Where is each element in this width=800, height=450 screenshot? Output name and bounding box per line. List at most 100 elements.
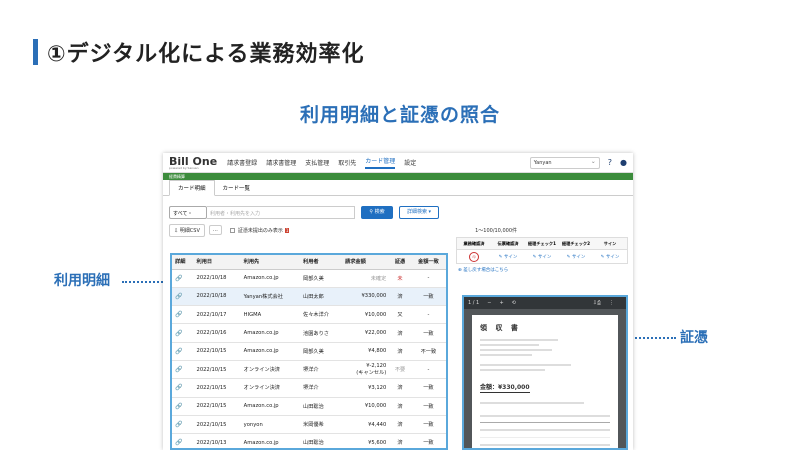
attachment-icon[interactable]: 🔗 <box>172 378 194 398</box>
more-icon[interactable]: ⋮ <box>609 300 614 306</box>
cell-date: 2022/10/15 <box>193 397 241 416</box>
cell-date: 2022/10/18 <box>193 287 241 307</box>
cell-user: 堺洋介 <box>300 360 342 380</box>
attachment-icon[interactable]: 🔗 <box>172 360 194 380</box>
nav-payment-manage[interactable]: 支払管理 <box>305 158 329 167</box>
table-row[interactable]: 🔗 2022/10/18 Yanyan株式会社 山田太郎 ¥330,000 済一致 <box>172 287 446 307</box>
unsubmitted-label: 証憑未提出のみ表示 <box>237 227 283 234</box>
receipt-item-header <box>480 410 610 423</box>
attachment-icon[interactable]: 🔗 <box>172 269 194 288</box>
zoom-in-icon[interactable]: + <box>499 300 503 306</box>
cell-match: - <box>410 360 446 380</box>
col-user: 利用者 <box>300 255 342 270</box>
cell-amount: ¥10,000 <box>342 305 390 325</box>
user-icon[interactable]: ● <box>620 158 627 167</box>
cell-user: 米岡優希 <box>300 415 342 435</box>
nav-invoice-register[interactable]: 請求書登録 <box>227 158 257 167</box>
attachment-icon[interactable]: 🔗 <box>172 287 194 307</box>
top-nav: Bill One powered by Sansan 請求書登録 請求書管理 支払… <box>163 153 633 173</box>
more-button[interactable]: … <box>208 225 222 235</box>
section-bar: 経費精算 <box>163 173 633 180</box>
tab-card-list[interactable]: カード一覧 <box>215 181 259 195</box>
cell-amount: ¥4,440 <box>342 415 390 435</box>
cell-user: 山田太郎 <box>300 287 342 307</box>
table-row[interactable]: 🔗 2022/10/15 yonyon 米岡優希 ¥4,440 済一致 <box>172 415 446 435</box>
attachment-icon[interactable]: 🔗 <box>172 323 194 343</box>
col-amount: 請求金額 <box>342 255 390 270</box>
cell-date: 2022/10/15 <box>193 342 241 361</box>
cell-amount: ¥330,000 <box>342 287 390 307</box>
approval-header: 業務確認済 伝票確認済 経理チェック1 経理チェック2 サイン <box>456 237 628 250</box>
cell-vendor: Amazon.co.jp <box>240 397 301 416</box>
nav-settings[interactable]: 設定 <box>404 158 416 167</box>
slide: ①デジタル化による業務効率化 利用明細と証憑の照合 利用明細 証憑 Bill O… <box>0 0 800 450</box>
usage-table-highlight: 詳細 利用日 利用先 利用者 請求金額 証憑 金額一致 🔗 2022/10/18 A… <box>170 253 448 450</box>
col-detail: 詳細 <box>172 255 194 270</box>
tab-bar: カード明細 カード一覧 <box>163 180 633 196</box>
app-logo[interactable]: Bill One powered by Sansan <box>169 156 217 170</box>
tab-card-details[interactable]: カード明細 <box>169 180 215 196</box>
cell-user: 山田聡治 <box>300 433 342 448</box>
nav-card-manage[interactable]: カード管理 <box>365 156 396 169</box>
unsubmitted-badge: 1 <box>284 227 290 233</box>
cell-voucher: 済 <box>389 342 411 361</box>
sign-button[interactable]: ✎ サイン <box>525 254 559 260</box>
col-date[interactable]: 利用日 <box>193 255 241 270</box>
print-icon[interactable]: ⎙ <box>597 300 601 306</box>
cell-user: 堺洋介 <box>300 378 342 398</box>
cell-match: 不一致 <box>410 342 446 361</box>
cell-user: 佐々木洋介 <box>300 305 342 325</box>
table-row[interactable]: 🔗 2022/10/15 オンライン決済 堺洋介 ¥3,120 済一致 <box>172 378 446 398</box>
cell-date: 2022/10/17 <box>193 305 241 325</box>
table-row[interactable]: 🔗 2022/10/17 HIGMA 佐々木洋介 ¥10,000 又 - <box>172 305 446 325</box>
table-row[interactable]: 🔗 2022/10/15 Amazon.co.jp 岡部久美 ¥4,800 済不一致 <box>172 342 446 361</box>
table-row[interactable]: 🔗 2022/10/15 Amazon.co.jp 山田聡治 ¥10,000 済一致 <box>172 397 446 416</box>
nav-vendors[interactable]: 取引先 <box>338 158 356 167</box>
rotate-icon[interactable]: ⟲ <box>512 300 516 306</box>
attachment-icon[interactable]: 🔗 <box>172 415 194 435</box>
detail-search-button[interactable]: 詳細検索 ▾ <box>399 206 439 219</box>
table-row[interactable]: 🔗 2022/10/13 Amazon.co.jp 山田聡治 ¥5,600 済一致 <box>172 433 446 448</box>
cell-amount: ¥5,600 <box>342 433 390 448</box>
col-vendor: 利用先 <box>240 255 301 270</box>
search-scope-select[interactable]: すべて・ <box>169 206 207 219</box>
zoom-out-icon[interactable]: − <box>487 300 491 306</box>
cell-match: 一致 <box>410 397 446 416</box>
nav-invoice-manage[interactable]: 請求書管理 <box>266 158 296 167</box>
table-row[interactable]: 🔗 2022/10/18 Amazon.co.jp 岡部久美 未確定未 - <box>172 269 446 288</box>
cell-match: 一致 <box>410 287 446 307</box>
pdf-viewer-highlight: 1 / 1 − + ⟲ ⇩ ⎙ ⋮ 領 収 書 金額：¥330,000 <box>462 295 628 450</box>
slide-subtitle: 利用明細と証憑の照合 <box>299 104 500 126</box>
pager: 1〜100/10,000件 <box>475 227 517 234</box>
attachment-icon[interactable]: 🔗 <box>172 305 194 325</box>
cell-user: 岡部久美 <box>300 342 342 361</box>
toolbar: ⇩ 明細CSV … 証憑未提出のみ表示 1 1〜100/10,000件 <box>163 222 633 238</box>
attachment-icon[interactable]: 🔗 <box>172 433 194 448</box>
sign-button[interactable]: ✎ サイン <box>559 254 593 260</box>
label-usage-details: 利用明細 <box>54 273 110 289</box>
cell-amount: ¥4,800 <box>342 342 390 361</box>
cell-match: 一致 <box>410 415 446 435</box>
table-row[interactable]: 🔗 2022/10/15 オンライン決済 堺洋介 ¥-2,120 (キャンセル) 不要 - <box>172 360 446 380</box>
unsubmitted-checkbox[interactable] <box>229 227 235 233</box>
receipt-title: 領 収 書 <box>480 324 521 332</box>
cell-match: - <box>410 305 446 325</box>
cell-voucher: 済 <box>389 397 411 416</box>
search-input[interactable]: 利用者・利用先を入力 <box>207 206 355 219</box>
cell-voucher: 済 <box>389 378 411 398</box>
table-header-row: 詳細 利用日 利用先 利用者 請求金額 証憑 金額一致 <box>172 255 446 270</box>
cell-user: 山田聡治 <box>300 397 342 416</box>
attachment-icon[interactable]: 🔗 <box>172 342 194 361</box>
company-select[interactable]: Yanyan <box>529 156 600 169</box>
sign-button[interactable]: ✎ サイン <box>491 254 525 260</box>
send-back-link[interactable]: ⊕ 差し戻す場合はこちら <box>456 267 628 273</box>
csv-download-button[interactable]: ⇩ 明細CSV <box>169 223 205 237</box>
help-icon[interactable]: ? <box>608 158 612 167</box>
cell-amount: ¥22,000 <box>342 323 390 343</box>
sign-button[interactable]: ✎ サイン <box>593 254 627 260</box>
search-button[interactable]: ⚲ 検索 <box>361 206 393 219</box>
cell-vendor: Amazon.co.jp <box>240 323 301 343</box>
attachment-icon[interactable]: 🔗 <box>172 397 194 416</box>
receipt-amount: 金額：¥330,000 <box>480 384 530 393</box>
table-row[interactable]: 🔗 2022/10/16 Amazon.co.jp 池園ありさ ¥22,000 済一致 <box>172 323 446 343</box>
